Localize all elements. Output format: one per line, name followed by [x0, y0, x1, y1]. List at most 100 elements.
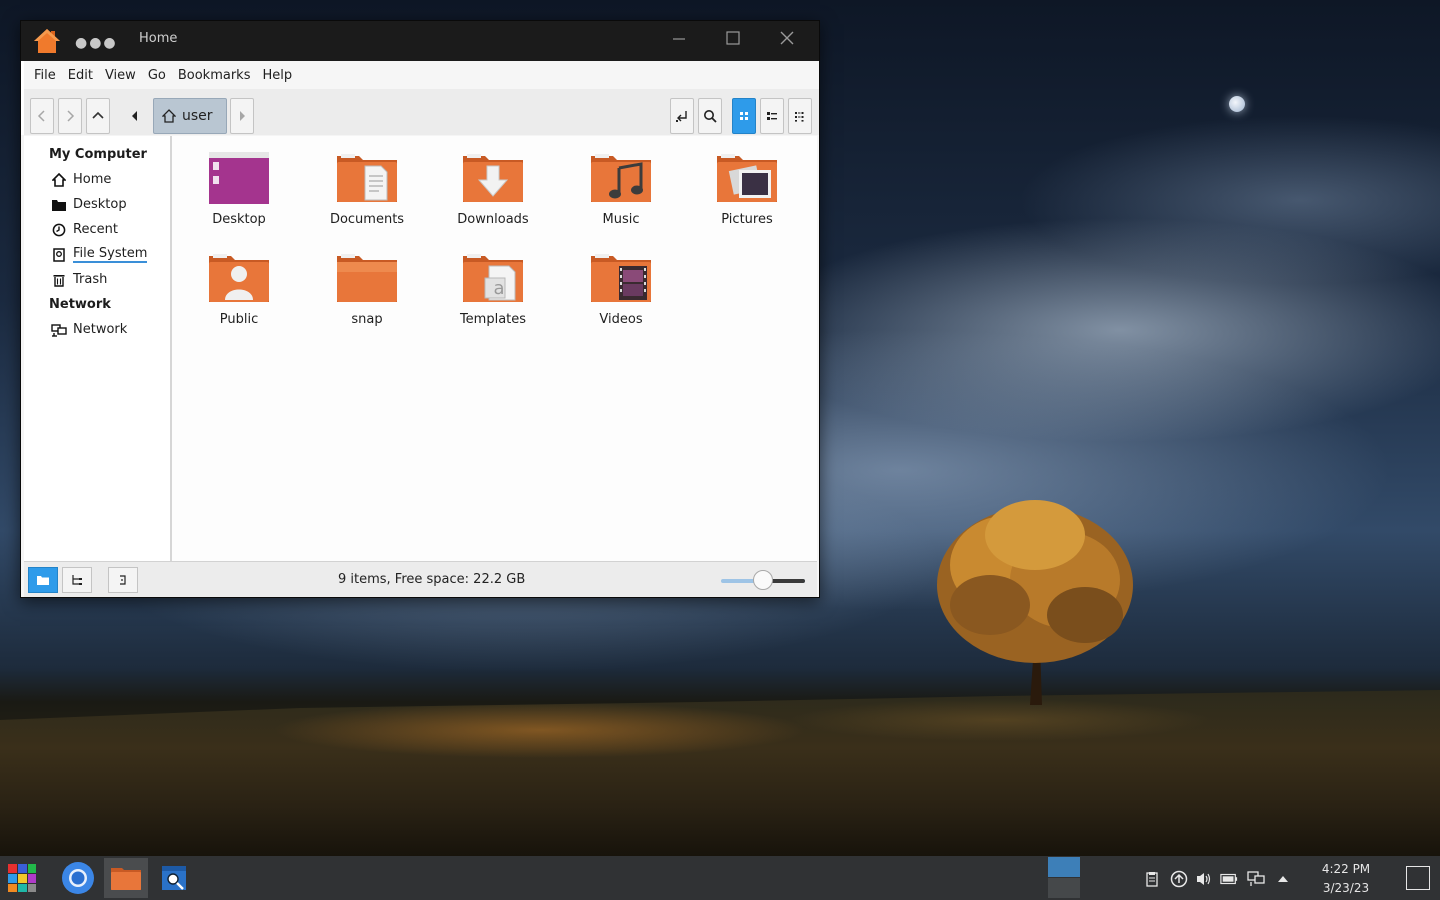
up-button[interactable] [86, 98, 110, 134]
menu-edit[interactable]: Edit [62, 68, 99, 83]
home-folder-app-icon [34, 29, 60, 53]
back-button[interactable] [30, 98, 54, 134]
volume-icon[interactable] [1195, 870, 1213, 888]
folder-icon [111, 868, 141, 890]
file-item-music[interactable]: Music [566, 150, 676, 240]
minimize-button[interactable] [667, 29, 691, 53]
window-title: Home [139, 31, 178, 46]
file-name: Videos [599, 312, 643, 327]
file-name: Templates [459, 312, 527, 327]
folder-icon [37, 576, 49, 585]
search-button[interactable] [698, 98, 722, 134]
wallpaper-ground [0, 690, 1440, 856]
tray-expand-icon[interactable] [1274, 870, 1292, 888]
update-manager-icon[interactable] [1170, 870, 1188, 888]
toggle-location-entry-button[interactable] [670, 98, 694, 134]
clipboard-icon[interactable] [1143, 870, 1161, 888]
public-folder-icon [209, 254, 269, 302]
status-text: 9 items, Free space: 22.2 GB [338, 572, 526, 587]
menu-go[interactable]: Go [142, 68, 172, 83]
sidebar-item-file-system[interactable]: File System [24, 242, 170, 267]
file-item-public[interactable]: Public [184, 250, 294, 340]
show-treeview-button[interactable] [62, 567, 92, 593]
sidebar-item-trash[interactable]: Trash [24, 267, 170, 292]
file-name: Pictures [721, 212, 773, 227]
search-window-icon [162, 866, 186, 890]
workspace-1[interactable] [1048, 857, 1080, 877]
window-menu-dots-icon[interactable]: ●●● [75, 35, 118, 51]
sidebar-heading-my-computer: My Computer [49, 147, 147, 162]
sidebar-item-recent[interactable]: Recent [24, 217, 170, 242]
network-status-icon[interactable] [1247, 870, 1265, 888]
workspace-switcher[interactable] [1048, 857, 1080, 899]
maximize-button[interactable] [721, 29, 745, 53]
compact-view-button[interactable] [788, 98, 812, 134]
clock-date: 3/23/23 [1322, 881, 1370, 895]
pictures-folder-icon [717, 154, 777, 202]
forward-button[interactable] [58, 98, 82, 134]
chevron-right-icon [67, 110, 75, 122]
titlebar[interactable]: ●●● Home [21, 21, 819, 61]
file-grid: Desktop Documents Downloads Music Pictur… [172, 136, 817, 561]
file-item-pictures[interactable]: Pictures [692, 150, 802, 240]
taskbar-search-app[interactable] [152, 858, 196, 898]
home-icon [52, 172, 66, 187]
menu-file[interactable]: File [28, 68, 62, 83]
grid-view-icon [740, 112, 748, 120]
sidebar-toggle-icon [120, 575, 126, 585]
workspace-2[interactable] [1048, 878, 1080, 898]
sidebar-item-desktop[interactable]: Desktop [24, 192, 170, 217]
icon-view-button[interactable] [732, 98, 756, 134]
file-item-desktop[interactable]: Desktop [184, 150, 294, 240]
toggle-sidebar-button[interactable] [108, 567, 138, 593]
file-item-snap[interactable]: snap [312, 250, 422, 340]
chevron-left-icon [37, 110, 45, 122]
documents-folder-icon [337, 154, 397, 202]
menu-help[interactable]: Help [256, 68, 298, 83]
zoom-slider-handle[interactable] [753, 570, 773, 590]
network-icon [51, 323, 67, 337]
file-manager-window: ●●● Home File Edit View Go Bookmarks Hel… [20, 20, 820, 598]
chromium-icon [62, 862, 94, 894]
folder-icon [52, 199, 66, 211]
taskbar-browser[interactable] [56, 858, 100, 898]
trash-icon [53, 274, 65, 287]
wallpaper-moon [1229, 96, 1245, 112]
sidebar-item-home[interactable]: Home [24, 167, 170, 192]
sidebar-item-label: Desktop [73, 197, 127, 212]
triangle-left-icon [132, 111, 137, 121]
list-view-button[interactable] [760, 98, 784, 134]
file-name: Music [602, 212, 640, 227]
app-menu-icon [8, 864, 36, 892]
toolbar: user [21, 89, 819, 135]
triangle-right-icon [240, 111, 245, 121]
menu-bookmarks[interactable]: Bookmarks [172, 68, 257, 83]
menu-view[interactable]: View [99, 68, 142, 83]
battery-icon[interactable] [1220, 870, 1238, 888]
search-icon [704, 110, 717, 123]
downloads-folder-icon [463, 154, 523, 202]
close-button[interactable] [775, 29, 799, 53]
breadcrumb-right-button[interactable] [230, 98, 254, 134]
show-places-button[interactable] [28, 567, 58, 593]
file-item-videos[interactable]: Videos [566, 250, 676, 340]
breadcrumb-left-arrow[interactable] [128, 98, 142, 134]
taskbar-file-manager[interactable] [104, 858, 148, 898]
file-name: Documents [329, 212, 405, 227]
file-item-documents[interactable]: Documents [312, 150, 422, 240]
clock[interactable]: 4:22 PM 3/23/23 [1312, 860, 1380, 898]
start-menu-button[interactable] [0, 858, 44, 898]
file-name: Public [219, 312, 259, 327]
file-name: Desktop [212, 212, 266, 227]
location-entry-icon [676, 111, 687, 122]
sidebar-item-network[interactable]: Network [24, 317, 170, 342]
menubar: File Edit View Go Bookmarks Help [21, 61, 819, 89]
show-desktop-button[interactable] [1406, 866, 1430, 890]
file-item-templates[interactable]: a Templates [438, 250, 548, 340]
file-name: Downloads [457, 212, 529, 227]
sidebar-item-label: Trash [73, 272, 108, 287]
taskbar: 4:22 PM 3/23/23 [0, 856, 1440, 900]
breadcrumb-user[interactable]: user [153, 98, 227, 134]
videos-folder-icon [591, 254, 651, 302]
file-item-downloads[interactable]: Downloads [438, 150, 548, 240]
